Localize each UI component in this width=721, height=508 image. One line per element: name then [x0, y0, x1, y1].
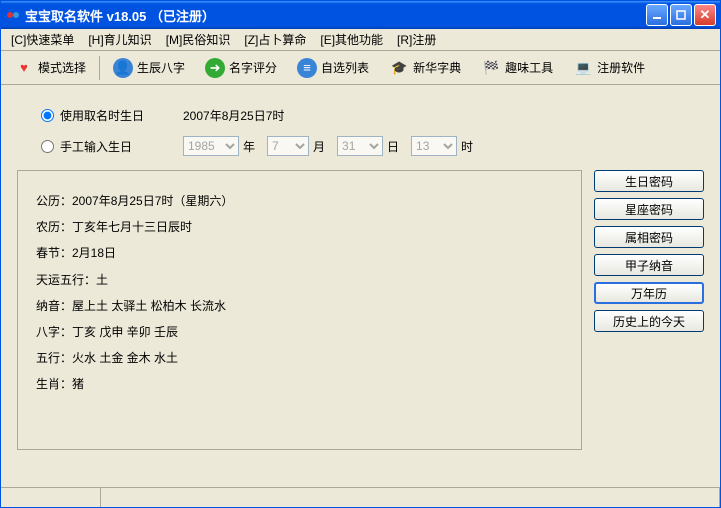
radio-manual-input[interactable]	[41, 140, 54, 153]
menu-fortune[interactable]: [Z]占卜算命	[238, 29, 312, 50]
hour-select[interactable]: 13	[411, 136, 457, 156]
info-box: 公历：2007年8月25日7时（星期六） 农历：丁亥年七月十三日辰时 春节：2月…	[17, 170, 582, 450]
year-select[interactable]: 1985	[183, 136, 239, 156]
window-controls: ✕	[646, 4, 716, 26]
status-cell-2	[101, 488, 720, 507]
btn-zodiac-code[interactable]: 属相密码	[594, 226, 704, 248]
menu-other[interactable]: [E]其他功能	[314, 29, 389, 50]
person-icon: 👤	[113, 58, 133, 78]
window-title: 宝宝取名软件 v18.05 （已注册）	[25, 6, 646, 25]
heart-icon: ♥	[14, 58, 34, 78]
status-cell-1	[1, 488, 101, 507]
radio-manual-row: 手工输入生日 1985 年 7 月 31 日 13 时	[41, 136, 704, 156]
menu-parenting[interactable]: [H]育儿知识	[82, 29, 157, 50]
info-zodiac: 生肖：猪	[36, 375, 563, 394]
btn-constellation-code[interactable]: 星座密码	[594, 198, 704, 220]
titlebar: 宝宝取名软件 v18.05 （已注册） ✕	[1, 1, 720, 29]
radio-use-naming[interactable]: 使用取名时生日	[41, 107, 171, 124]
menubar: [C]快速菜单 [H]育儿知识 [M]民俗知识 [Z]占卜算命 [E]其他功能 …	[1, 29, 720, 51]
scholar-icon: 🎓	[389, 58, 409, 78]
app-icon	[5, 7, 21, 23]
tool-list[interactable]: ≡自选列表	[288, 54, 378, 82]
info-gregorian: 公历：2007年8月25日7时（星期六）	[36, 192, 563, 211]
close-button[interactable]: ✕	[694, 4, 716, 26]
info-tianyun: 天运五行：土	[36, 271, 563, 290]
laptop-icon: 💻	[573, 58, 593, 78]
info-nayin: 纳音：屋上土 太驿土 松柏木 长流水	[36, 297, 563, 316]
side-buttons: 生日密码 星座密码 属相密码 甲子纳音 万年历 历史上的今天	[594, 170, 704, 450]
tool-bazi[interactable]: 👤生辰八字	[104, 54, 194, 82]
menu-folklore[interactable]: [M]民俗知识	[160, 29, 237, 50]
info-area: 公历：2007年8月25日7时（星期六） 农历：丁亥年七月十三日辰时 春节：2月…	[17, 170, 704, 450]
radio-use-naming-input[interactable]	[41, 109, 54, 122]
btn-birthday-code[interactable]: 生日密码	[594, 170, 704, 192]
month-select[interactable]: 7	[267, 136, 309, 156]
radio-use-naming-row: 使用取名时生日 2007年8月25日7时	[41, 107, 704, 124]
menu-register[interactable]: [R]注册	[391, 29, 442, 50]
tool-register[interactable]: 💻注册软件	[564, 54, 654, 82]
info-spring: 春节：2月18日	[36, 244, 563, 263]
info-wuxing: 五行：火水 土金 金木 水土	[36, 349, 563, 368]
tool-fun[interactable]: 🏁趣味工具	[472, 54, 562, 82]
day-select[interactable]: 31	[337, 136, 383, 156]
flag-icon: 🏁	[481, 58, 501, 78]
info-bazi: 八字：丁亥 戊申 辛卯 壬辰	[36, 323, 563, 342]
info-lunar: 农历：丁亥年七月十三日辰时	[36, 218, 563, 237]
content-area: 使用取名时生日 2007年8月25日7时 手工输入生日 1985 年 7 月 3…	[1, 85, 720, 487]
manual-date-selects: 1985 年 7 月 31 日 13 时	[183, 136, 481, 156]
menu-quick[interactable]: [C]快速菜单	[5, 29, 80, 50]
statusbar	[1, 487, 720, 507]
naming-date-value: 2007年8月25日7时	[183, 107, 284, 124]
tool-score[interactable]: ➜名字评分	[196, 54, 286, 82]
radio-manual[interactable]: 手工输入生日	[41, 138, 171, 155]
tool-mode[interactable]: ♥模式选择	[5, 54, 95, 82]
minimize-button[interactable]	[646, 4, 668, 26]
btn-calendar[interactable]: 万年历	[594, 282, 704, 304]
list-icon: ≡	[297, 58, 317, 78]
arrow-icon: ➜	[205, 58, 225, 78]
maximize-button[interactable]	[670, 4, 692, 26]
btn-today-history[interactable]: 历史上的今天	[594, 310, 704, 332]
tool-dict[interactable]: 🎓新华字典	[380, 54, 470, 82]
app-window: 宝宝取名软件 v18.05 （已注册） ✕ [C]快速菜单 [H]育儿知识 [M…	[0, 0, 721, 508]
btn-jiazi-nayin[interactable]: 甲子纳音	[594, 254, 704, 276]
toolbar: ♥模式选择 👤生辰八字 ➜名字评分 ≡自选列表 🎓新华字典 🏁趣味工具 💻注册软…	[1, 51, 720, 85]
